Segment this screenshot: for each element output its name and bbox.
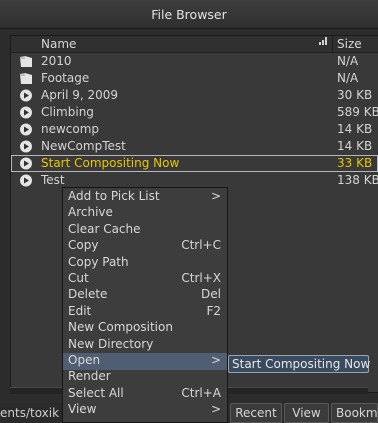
name-column-header[interactable]: Name bbox=[41, 37, 76, 51]
file-row[interactable]: Footage N/A bbox=[11, 70, 378, 87]
window-title: File Browser bbox=[0, 0, 378, 29]
composition-icon bbox=[19, 157, 33, 170]
file-row[interactable]: April 9, 2009 30 KB bbox=[11, 87, 378, 104]
file-size: 138 KB bbox=[337, 173, 378, 187]
menu-item-label: Cut bbox=[68, 271, 89, 285]
recent-button[interactable]: Recent bbox=[230, 403, 282, 423]
menu-item-archive[interactable]: Archive bbox=[63, 205, 227, 222]
menu-item-label: New Composition bbox=[68, 320, 173, 335]
folder-icon bbox=[19, 72, 33, 85]
menu-item-label: Render bbox=[68, 369, 111, 384]
menu-item-view[interactable]: View > bbox=[63, 402, 227, 419]
submenu-arrow-icon: > bbox=[210, 402, 221, 417]
file-size: 30 KB bbox=[337, 88, 373, 102]
menu-item-cut[interactable]: Cut Ctrl+X bbox=[63, 271, 227, 288]
menu-item-label: Open bbox=[68, 353, 101, 367]
bookmarks-button[interactable]: Bookm bbox=[331, 403, 378, 423]
menu-item-copy[interactable]: Copy Ctrl+C bbox=[63, 238, 227, 255]
view-button[interactable]: View bbox=[284, 403, 329, 423]
menu-item-label: Add to Pick List bbox=[68, 189, 160, 203]
composition-icon bbox=[19, 140, 33, 153]
column-divider[interactable] bbox=[332, 36, 333, 53]
file-name: April 9, 2009 bbox=[41, 88, 119, 102]
menu-item-label: View bbox=[68, 402, 97, 417]
menu-item-shortcut: Ctrl+C bbox=[181, 238, 221, 253]
composition-icon bbox=[19, 106, 33, 119]
file-size: N/A bbox=[337, 71, 359, 85]
open-submenu-item[interactable]: Start Compositing Now bbox=[228, 355, 370, 373]
sort-bars-icon[interactable] bbox=[319, 37, 328, 48]
file-size: 33 KB bbox=[337, 156, 373, 170]
menu-item-new-composition[interactable]: New Composition bbox=[63, 320, 227, 337]
menu-item-label: Edit bbox=[68, 303, 92, 318]
file-name: Climbing bbox=[41, 105, 94, 119]
file-size: N/A bbox=[337, 54, 359, 68]
file-row[interactable]: Climbing 589 KB bbox=[11, 104, 378, 121]
composition-icon bbox=[19, 174, 33, 187]
menu-item-copy-path[interactable]: Copy Path bbox=[63, 255, 227, 272]
menu-item-open[interactable]: Open > bbox=[63, 353, 227, 370]
menu-item-shortcut: F2 bbox=[206, 303, 221, 318]
context-menu: Add to Pick List > Archive Clear Cache Copy C… bbox=[62, 187, 228, 423]
menu-item-select-all[interactable]: Select All Ctrl+A bbox=[63, 386, 227, 403]
menu-item-label: New Directory bbox=[68, 336, 154, 351]
menu-item-add-to-pick-list[interactable]: Add to Pick List > bbox=[63, 189, 227, 206]
file-size: 14 KB bbox=[337, 139, 373, 153]
composition-icon bbox=[19, 123, 33, 136]
folder-icon bbox=[19, 55, 33, 68]
file-name: newcomp bbox=[41, 122, 100, 136]
file-row-selected[interactable]: Start Compositing Now 33 KB bbox=[11, 155, 378, 172]
menu-item-shortcut: Del bbox=[201, 287, 221, 302]
menu-item-shortcut: Ctrl+X bbox=[181, 271, 221, 285]
menu-item-edit[interactable]: Edit F2 bbox=[63, 304, 227, 321]
menu-item-label: Select All bbox=[68, 385, 124, 400]
menu-item-shortcut: Ctrl+A bbox=[181, 385, 221, 400]
menu-item-label: Archive bbox=[68, 205, 113, 220]
menu-item-label: Copy bbox=[68, 238, 99, 253]
file-size: 14 KB bbox=[337, 122, 373, 136]
file-row[interactable]: 2010 N/A bbox=[11, 53, 378, 70]
file-name: Footage bbox=[41, 71, 90, 85]
file-list-header: Name Size bbox=[11, 36, 378, 53]
menu-item-clear-cache[interactable]: Clear Cache bbox=[63, 222, 227, 239]
menu-item-label: Delete bbox=[68, 287, 108, 302]
file-size: 589 KB bbox=[337, 105, 378, 119]
menu-item-label: Clear Cache bbox=[68, 221, 141, 236]
file-name: Start Compositing Now bbox=[41, 156, 180, 170]
path-text: ents/toxik bbox=[0, 406, 60, 420]
size-column-header[interactable]: Size bbox=[337, 37, 362, 51]
menu-item-render[interactable]: Render bbox=[63, 369, 227, 386]
file-row[interactable]: NewCompTest 14 KB bbox=[11, 138, 378, 155]
file-row[interactable]: newcomp 14 KB bbox=[11, 121, 378, 138]
composition-icon bbox=[19, 89, 33, 102]
file-name: NewCompTest bbox=[41, 139, 126, 153]
menu-item-delete[interactable]: Delete Del bbox=[63, 287, 227, 304]
file-name: Test bbox=[41, 173, 65, 187]
submenu-arrow-icon: > bbox=[210, 189, 221, 203]
submenu-arrow-icon: > bbox=[210, 353, 221, 367]
menu-item-new-directory[interactable]: New Directory bbox=[63, 337, 227, 354]
file-name: 2010 bbox=[41, 54, 72, 68]
menu-item-label: Copy Path bbox=[68, 254, 129, 269]
